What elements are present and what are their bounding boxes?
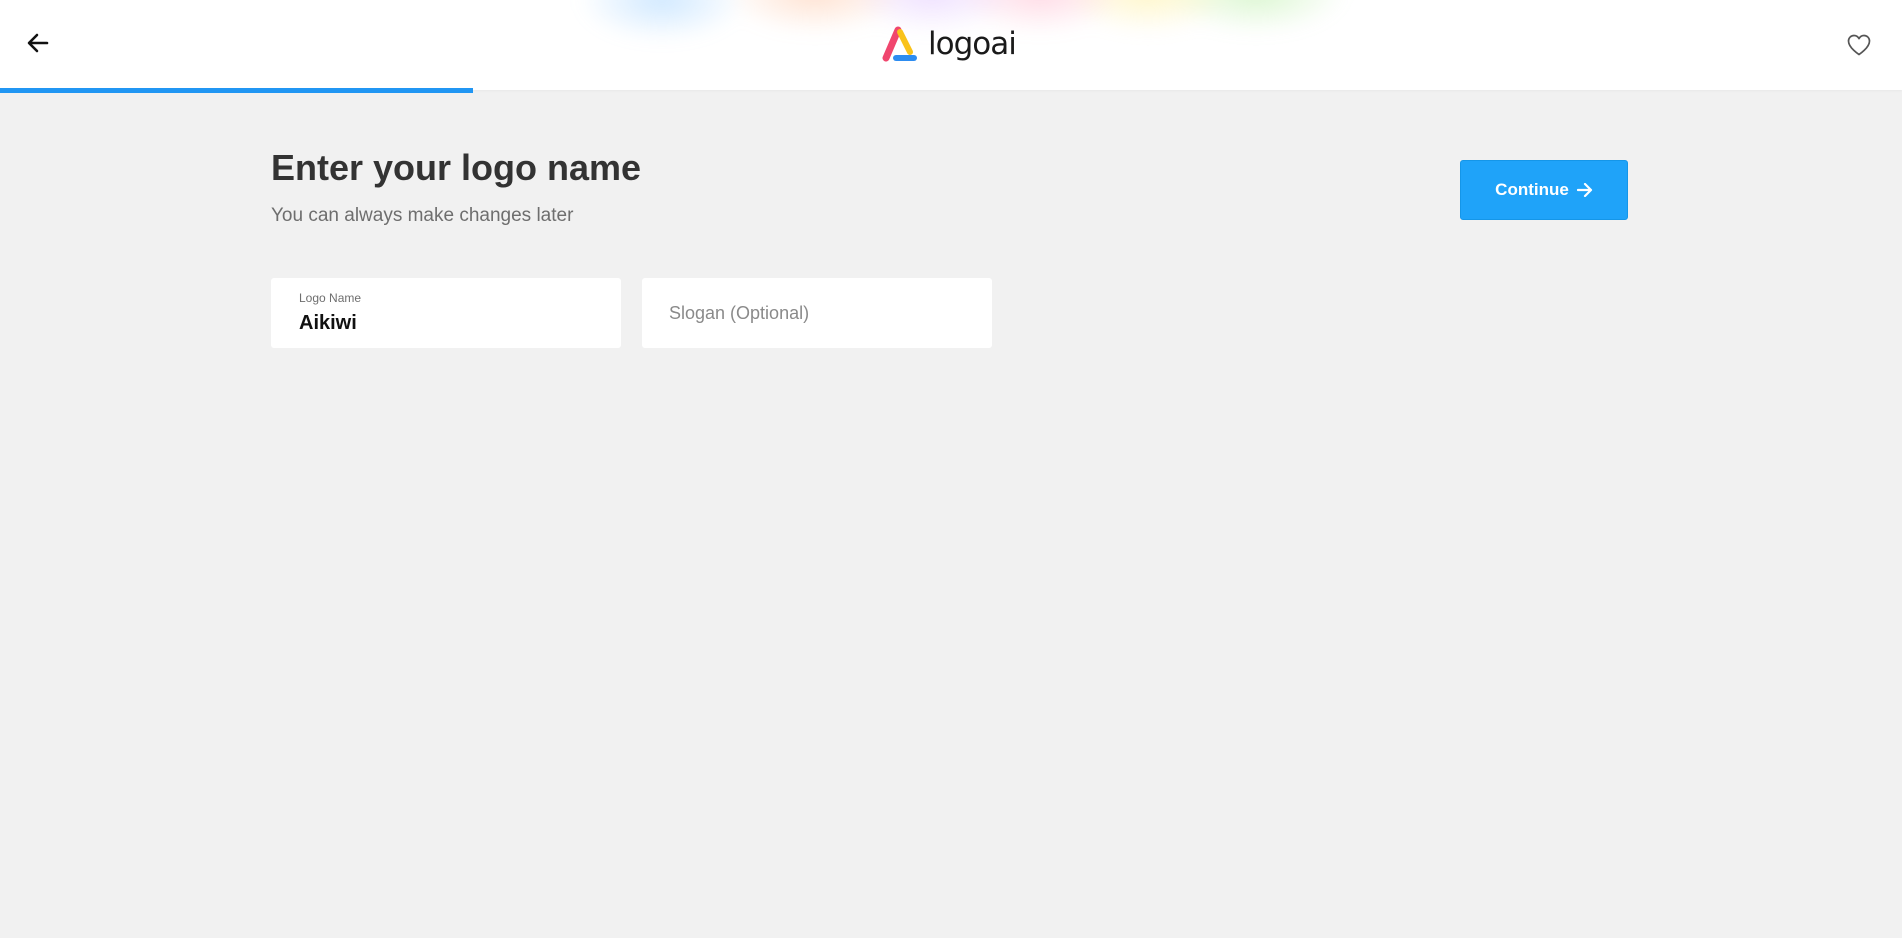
slogan-field[interactable]: Slogan (Optional) (642, 278, 992, 348)
slogan-input[interactable]: Slogan (Optional) (669, 303, 809, 324)
favorites-button[interactable] (1845, 32, 1873, 58)
page-subtitle: You can always make changes later (271, 205, 574, 226)
logoai-mark-icon (882, 26, 917, 62)
continue-button[interactable]: Continue (1460, 160, 1628, 220)
page-title: Enter your logo name (271, 147, 642, 188)
arrow-right-icon (1576, 183, 1592, 197)
top-header: logoai (0, 0, 1902, 90)
logo-name-label: Logo Name (299, 291, 362, 305)
logo-name-field[interactable]: Logo Name Aikiwi (271, 278, 621, 348)
logo-name-input[interactable]: Aikiwi (299, 312, 357, 335)
brand-logo[interactable]: logoai (882, 22, 1017, 66)
brand-name: logoai (928, 26, 1017, 62)
heart-outline-icon (1847, 34, 1871, 56)
progress-bar (0, 88, 473, 93)
back-button[interactable] (22, 30, 54, 56)
continue-label: Continue (1495, 180, 1569, 199)
arrow-left-icon (27, 33, 49, 53)
